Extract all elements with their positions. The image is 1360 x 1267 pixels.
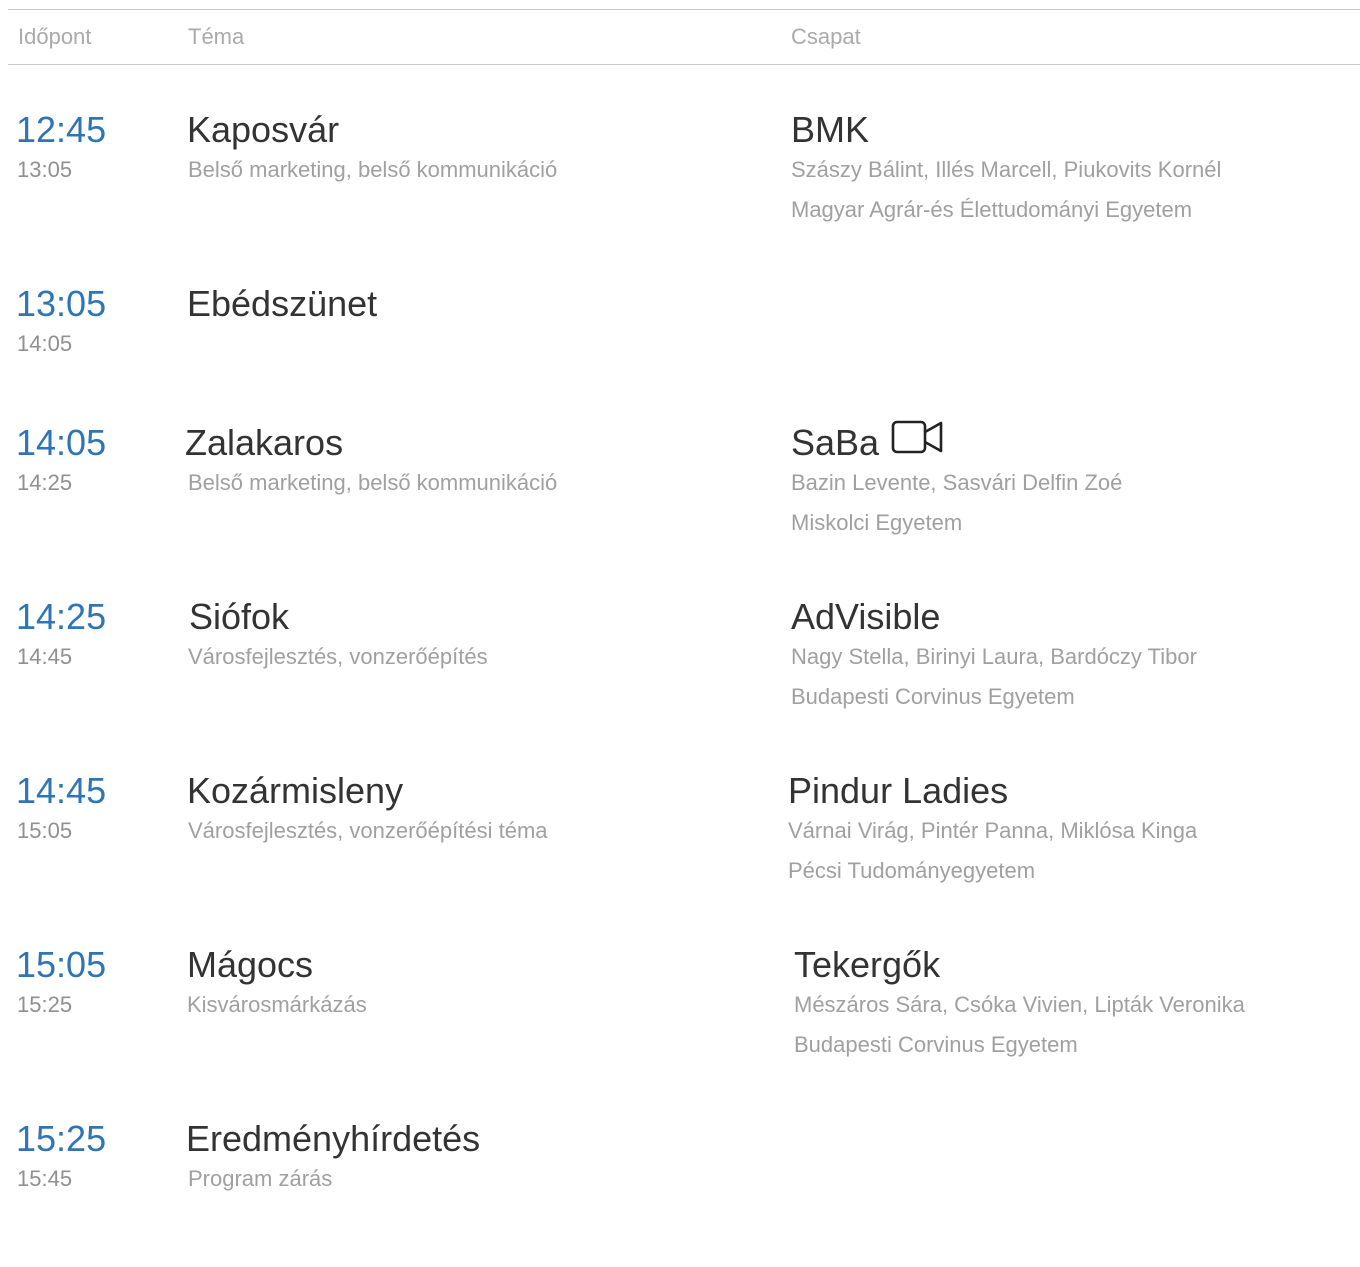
- start-time: 14:05: [16, 422, 107, 463]
- team-name-container: SaBa: [791, 421, 951, 465]
- team-members: Bazin Levente, Sasvári Delfin Zoé: [791, 470, 1123, 495]
- team-members: Szászy Bálint, Illés Marcell, Piukovits …: [791, 157, 1222, 182]
- session-topic: Program zárás: [188, 1166, 333, 1191]
- schedule-row: 14:05 14:25 Zalakaros Belső marketing, b…: [0, 421, 1360, 571]
- team-members: Nagy Stella, Birinyi Laura, Bardóczy Tib…: [791, 644, 1197, 669]
- schedule-row: 14:25 14:45 Siófok Városfejlesztés, vonz…: [0, 595, 1360, 745]
- start-time: 14:45: [16, 770, 107, 811]
- schedule-row: 14:45 15:05 Kozármisleny Városfejlesztés…: [0, 769, 1360, 919]
- session-title: Zalakaros: [185, 422, 344, 463]
- schedule-row: 15:25 15:45 Eredményhírdetés Program zár…: [0, 1117, 1360, 1267]
- end-time: 15:25: [17, 992, 73, 1017]
- team-members: Várnai Virág, Pintér Panna, Miklósa King…: [788, 818, 1198, 843]
- session-title: Siófok: [189, 596, 290, 637]
- team-name: Pindur Ladies: [788, 770, 1009, 811]
- start-time: 12:45: [16, 109, 107, 150]
- schedule-row: 12:45 13:05 Kaposvár Belső marketing, be…: [0, 108, 1360, 258]
- team-name: BMK: [791, 109, 870, 150]
- team-university: Pécsi Tudományegyetem: [788, 858, 1036, 883]
- start-time: 15:05: [16, 944, 107, 985]
- session-title: Mágocs: [187, 944, 314, 985]
- header-topic-label: Téma: [188, 24, 245, 49]
- team-name: SaBa: [791, 422, 880, 463]
- schedule-row: 13:05 14:05 Ebédszünet: [0, 282, 1360, 432]
- session-title: Eredményhírdetés: [186, 1118, 481, 1159]
- end-time: 15:05: [17, 818, 73, 843]
- session-title: Kaposvár: [187, 109, 340, 150]
- header-team-label: Csapat: [791, 24, 861, 49]
- start-time: 14:25: [16, 596, 107, 637]
- start-time: 13:05: [16, 283, 107, 324]
- session-title: Ebédszünet: [187, 283, 378, 324]
- end-time: 14:25: [17, 470, 73, 495]
- end-time: 14:45: [17, 644, 73, 669]
- schedule-header: Időpont Téma Csapat: [8, 9, 1360, 65]
- schedule-row: 15:05 15:25 Mágocs Kisvárosmárkázás Teke…: [0, 943, 1360, 1093]
- team-university: Miskolci Egyetem: [791, 510, 963, 535]
- session-topic: Városfejlesztés, vonzerőépítés: [188, 644, 488, 669]
- video-camera-icon[interactable]: [891, 420, 951, 464]
- session-topic: Belső marketing, belső kommunikáció: [188, 157, 558, 182]
- start-time: 15:25: [16, 1118, 107, 1159]
- session-title: Kozármisleny: [187, 770, 404, 811]
- session-topic: Belső marketing, belső kommunikáció: [188, 470, 558, 495]
- end-time: 14:05: [17, 331, 73, 356]
- team-name: Tekergők: [794, 944, 941, 985]
- team-university: Magyar Agrár-és Élettudományi Egyetem: [791, 197, 1193, 222]
- end-time: 13:05: [17, 157, 73, 182]
- team-university: Budapesti Corvinus Egyetem: [791, 684, 1075, 709]
- team-name: AdVisible: [791, 596, 941, 637]
- session-topic: Városfejlesztés, vonzerőépítési téma: [188, 818, 548, 843]
- team-members: Mészáros Sára, Csóka Vivien, Lipták Vero…: [794, 992, 1245, 1017]
- end-time: 15:45: [17, 1166, 73, 1191]
- team-university: Budapesti Corvinus Egyetem: [794, 1032, 1078, 1057]
- header-time-label: Időpont: [18, 24, 92, 49]
- session-topic: Kisvárosmárkázás: [187, 992, 367, 1017]
